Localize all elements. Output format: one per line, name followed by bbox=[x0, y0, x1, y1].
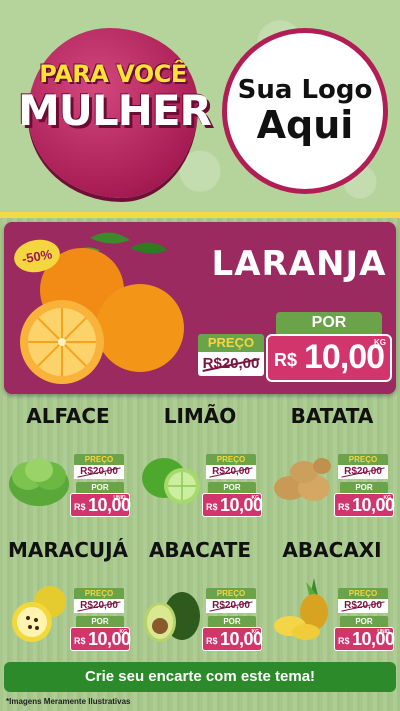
new-price-box: R$ 10,00 UNID. bbox=[70, 493, 131, 517]
price-unit: UNID. bbox=[113, 495, 127, 501]
new-price-box: R$ 10,00 UNID. bbox=[334, 627, 395, 651]
new-price-label: POR bbox=[208, 616, 256, 627]
badge-line-1: PARA VOCÊ bbox=[39, 60, 187, 88]
new-price-label: POR bbox=[76, 482, 124, 493]
product-name: ALFACE bbox=[26, 404, 110, 428]
old-price: PREÇO R$20,00 bbox=[338, 588, 388, 613]
price-unit: KG bbox=[119, 629, 128, 635]
old-price-label: PREÇO bbox=[338, 588, 388, 599]
new-price-box: R$ 10,00 KG bbox=[266, 334, 392, 382]
disclaimer-text: *Imagens Meramente Ilustrativas bbox=[6, 697, 131, 706]
old-price: PREÇO R$20,00 bbox=[74, 588, 124, 613]
new-price-box: R$ 10,00 KG bbox=[202, 493, 263, 517]
currency-symbol: R$ bbox=[74, 502, 86, 512]
currency-symbol: R$ bbox=[274, 350, 298, 370]
new-price-box: R$ 10,00 KG bbox=[202, 627, 263, 651]
price-unit: KG bbox=[251, 629, 260, 635]
new-price-label: POR bbox=[276, 312, 382, 334]
old-price-value: R$20,00 bbox=[338, 599, 388, 613]
old-price-label: PREÇO bbox=[206, 454, 256, 465]
old-price: PREÇO R$20,00 bbox=[338, 454, 388, 479]
new-price-label: POR bbox=[340, 616, 388, 627]
lettuce-image bbox=[9, 458, 69, 506]
old-price-value: R$20,00 bbox=[198, 352, 264, 376]
product-card-batata[interactable]: BATATA PREÇO R$20,00 POR R$ 10,00 KG bbox=[268, 396, 396, 524]
price-unit: KG bbox=[374, 338, 386, 347]
featured-old-price: PREÇO R$20,00 bbox=[198, 334, 264, 380]
new-price-label: POR bbox=[208, 482, 256, 493]
featured-new-price: POR R$ 10,00 KG bbox=[266, 312, 392, 384]
currency-symbol: R$ bbox=[338, 502, 350, 512]
new-price: POR R$ 10,00 KG bbox=[70, 616, 131, 651]
currency-symbol: R$ bbox=[74, 636, 86, 646]
passion-fruit-image bbox=[12, 586, 66, 642]
price-unit: KG bbox=[383, 495, 392, 501]
new-price: POR R$ 10,00 KG bbox=[202, 616, 263, 651]
product-name: ABACAXI bbox=[282, 538, 382, 562]
currency-symbol: R$ bbox=[338, 636, 350, 646]
old-price-label: PREÇO bbox=[338, 454, 388, 465]
new-price-label: POR bbox=[340, 482, 388, 493]
new-price-box: R$ 10,00 KG bbox=[70, 627, 131, 651]
logo-placeholder[interactable]: Sua Logo Aqui bbox=[222, 28, 388, 194]
new-price: POR R$ 10,00 UNID. bbox=[70, 482, 131, 517]
product-card-limao[interactable]: LIMÃO PREÇO R$20,00 POR R$ 10,00 KG bbox=[136, 396, 264, 524]
old-price-value: R$20,00 bbox=[74, 599, 124, 613]
product-card-alface[interactable]: ALFACE PREÇO R$20,00 POR R$ 10,00 UNID. bbox=[4, 396, 132, 524]
cta-button[interactable]: Crie seu encarte com este tema! bbox=[4, 662, 396, 692]
currency-symbol: R$ bbox=[206, 636, 218, 646]
currency-symbol: R$ bbox=[206, 502, 218, 512]
old-price: PREÇO R$20,00 bbox=[74, 454, 124, 479]
avocado-image bbox=[144, 592, 200, 642]
product-card-maracuja[interactable]: MARACUJÁ PREÇO R$20,00 POR R$ 10,00 KG bbox=[4, 530, 132, 658]
header-banner: PARA VOCÊ MULHER Sua Logo Aqui bbox=[0, 0, 400, 214]
product-name: MARACUJÁ bbox=[7, 538, 129, 562]
product-name: BATATA bbox=[290, 404, 374, 428]
old-price-label: PREÇO bbox=[74, 454, 124, 465]
new-price: POR R$ 10,00 KG bbox=[334, 482, 395, 517]
price-unit: KG bbox=[251, 495, 260, 501]
product-card-abacaxi[interactable]: ABACAXI PREÇO R$20,00 POR R$ 10,00 UNID. bbox=[268, 530, 396, 658]
old-price-value: R$20,00 bbox=[206, 465, 256, 479]
price-unit: UNID. bbox=[377, 629, 391, 635]
logo-line-2: Aqui bbox=[256, 103, 354, 148]
new-price-value: 10,00 bbox=[304, 338, 385, 376]
old-price-label: PREÇO bbox=[206, 588, 256, 599]
logo-line-1: Sua Logo bbox=[237, 75, 373, 106]
old-price: PREÇO R$20,00 bbox=[206, 588, 256, 613]
lime-image bbox=[142, 458, 200, 504]
potato-image bbox=[274, 458, 331, 501]
badge-line-2: MULHER bbox=[18, 86, 212, 135]
old-price-label: PREÇO bbox=[198, 334, 264, 352]
new-price: POR R$ 10,00 UNID. bbox=[334, 616, 395, 651]
new-price-box: R$ 10,00 KG bbox=[334, 493, 395, 517]
pineapple-image bbox=[274, 578, 328, 640]
product-name: LIMÃO bbox=[163, 404, 237, 428]
old-price-value: R$20,00 bbox=[74, 465, 124, 479]
old-price: PREÇO R$20,00 bbox=[206, 454, 256, 479]
old-price-value: R$20,00 bbox=[206, 599, 256, 613]
new-price-label: POR bbox=[76, 616, 124, 627]
old-price-value: R$20,00 bbox=[338, 465, 388, 479]
product-card-abacate[interactable]: ABACATE PREÇO R$20,00 POR R$ 10,00 KG bbox=[136, 530, 264, 658]
featured-product-name: LARANJA bbox=[211, 244, 387, 284]
old-price-label: PREÇO bbox=[74, 588, 124, 599]
para-voce-mulher-badge: PARA VOCÊ MULHER bbox=[18, 28, 212, 198]
product-name: ABACATE bbox=[148, 538, 252, 562]
new-price: POR R$ 10,00 KG bbox=[202, 482, 263, 517]
